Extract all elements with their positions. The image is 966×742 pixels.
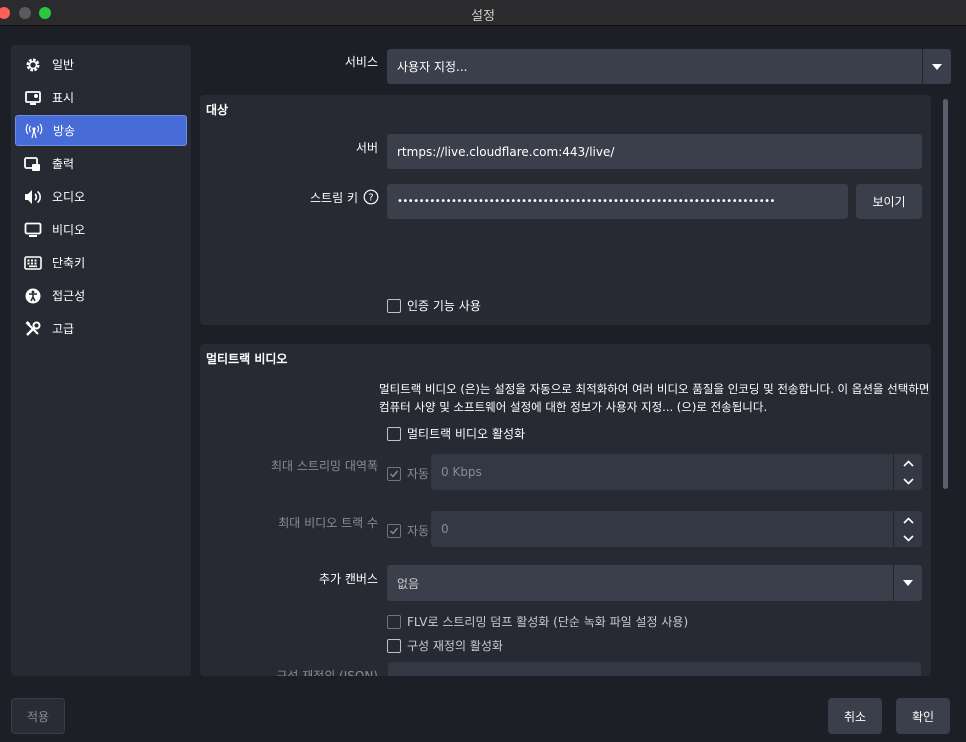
auth-checkbox-label: 인증 기능 사용 xyxy=(407,299,481,313)
sidebar-item-label: 단축키 xyxy=(52,256,86,270)
video-icon xyxy=(23,220,43,240)
config-override-checkbox-label: 구성 재정의 활성화 xyxy=(407,639,503,653)
max-tracks-value: 0 xyxy=(441,522,449,536)
config-override-clip: 구성 재정의 (JSON) xyxy=(200,662,931,676)
stream-key-label: 스트림 키 xyxy=(310,191,358,205)
keyboard-icon xyxy=(23,253,43,273)
sidebar-item-hotkeys[interactable]: 단축키 xyxy=(15,247,187,278)
checkbox-box xyxy=(387,298,401,313)
flv-dump-checkbox[interactable]: FLV로 스트리밍 덤프 활성화 (단순 녹화 파일 설정 사용) xyxy=(387,613,688,630)
max-bitrate-auto-checkbox[interactable]: 자동 xyxy=(387,465,429,482)
checkbox-box xyxy=(387,638,401,653)
sidebar-item-label: 고급 xyxy=(52,322,75,336)
server-input[interactable]: rtmps://live.cloudflare.com:443/live/ xyxy=(387,134,922,169)
scrollbar-thumb[interactable] xyxy=(943,99,948,489)
sidebar-item-label: 방송 xyxy=(53,124,76,138)
sidebar-item-display[interactable]: 표시 xyxy=(15,82,187,113)
sidebar-item-label: 표시 xyxy=(52,91,75,105)
multitrack-enable-checkbox[interactable]: 멀티트랙 비디오 활성화 xyxy=(387,425,525,442)
sidebar-item-video[interactable]: 비디오 xyxy=(15,214,187,245)
output-icon xyxy=(23,154,43,174)
max-tracks-label: 최대 비디오 트랙 수 xyxy=(278,516,378,530)
sidebar-item-broadcast[interactable]: 방송 xyxy=(15,115,187,146)
accessibility-icon xyxy=(23,286,43,306)
chevron-down-icon[interactable] xyxy=(894,529,922,547)
cancel-button[interactable]: 취소 xyxy=(828,698,882,734)
sidebar-item-accessibility[interactable]: 접근성 xyxy=(15,280,187,311)
server-value: rtmps://live.cloudflare.com:443/live/ xyxy=(397,144,615,159)
multitrack-description: 멀티트랙 비디오 (은)는 설정을 자동으로 최적화하여 여러 비디오 품질을 … xyxy=(379,380,930,416)
sidebar-item-label: 접근성 xyxy=(52,289,86,303)
checkbox-box xyxy=(387,466,401,481)
service-dropdown[interactable]: 사용자 지정... xyxy=(387,49,951,84)
multitrack-title: 멀티트랙 비디오 xyxy=(206,352,288,366)
config-override-input[interactable] xyxy=(388,662,921,676)
multitrack-description-line: 컴퓨터 사양 및 소프트웨어 설정에 대한 정보가 사용자 지정... (으)로… xyxy=(379,400,768,414)
settings-sidebar: 일반 표시 방송 출력 오디오 비디오 단축키 접근성 고급 xyxy=(11,45,191,676)
max-bitrate-input[interactable]: 0 Kbps xyxy=(431,454,922,490)
extra-canvas-value: 없음 xyxy=(397,576,420,591)
max-bitrate-label: 최대 스트리밍 대역폭 xyxy=(271,459,378,473)
max-bitrate-spinner[interactable] xyxy=(893,454,922,490)
svg-text:?: ? xyxy=(368,193,373,204)
max-tracks-auto-label: 자동 xyxy=(407,524,430,538)
max-tracks-input[interactable]: 0 xyxy=(431,511,922,547)
sidebar-item-audio[interactable]: 오디오 xyxy=(15,181,187,212)
sidebar-item-output[interactable]: 출력 xyxy=(15,148,187,179)
sidebar-item-label: 일반 xyxy=(52,58,75,72)
apply-button[interactable]: 적용 xyxy=(11,698,65,734)
stream-key-input[interactable]: ••••••••••••••••••••••••••••••••••••••••… xyxy=(387,184,848,219)
window-title: 설정 xyxy=(471,9,495,24)
audio-icon xyxy=(23,187,43,207)
sidebar-item-label: 오디오 xyxy=(52,190,86,204)
multitrack-enable-label: 멀티트랙 비디오 활성화 xyxy=(407,427,526,441)
stream-key-value: ••••••••••••••••••••••••••••••••••••••••… xyxy=(397,196,775,207)
ok-button[interactable]: 확인 xyxy=(896,698,950,734)
max-bitrate-value: 0 Kbps xyxy=(441,465,482,479)
extra-canvas-dropdown[interactable]: 없음 xyxy=(387,565,922,601)
max-bitrate-auto-label: 자동 xyxy=(407,467,430,481)
config-override-label: 구성 재정의 (JSON) xyxy=(276,669,378,676)
extra-canvas-label: 추가 캔버스 xyxy=(318,572,378,586)
config-override-checkbox[interactable]: 구성 재정의 활성화 xyxy=(387,637,503,654)
tools-icon xyxy=(23,319,43,339)
service-value: 사용자 지정... xyxy=(397,60,468,74)
broadcast-icon xyxy=(24,121,44,141)
sidebar-item-label: 출력 xyxy=(52,157,75,171)
destination-title: 대상 xyxy=(206,103,229,117)
chevron-down-icon[interactable] xyxy=(894,472,922,490)
flv-dump-label: FLV로 스트리밍 덤프 활성화 (단순 녹화 파일 설정 사용) xyxy=(407,615,689,629)
settings-scrollbar[interactable] xyxy=(941,95,950,676)
gear-icon xyxy=(23,55,43,75)
checkbox-box xyxy=(387,614,401,629)
chevron-up-icon[interactable] xyxy=(894,454,922,472)
title-bar: 설정 xyxy=(0,0,966,26)
max-tracks-spinner[interactable] xyxy=(893,511,922,547)
checkbox-box xyxy=(387,426,401,441)
sidebar-item-general[interactable]: 일반 xyxy=(15,49,187,80)
chevron-down-icon xyxy=(922,49,951,84)
max-tracks-auto-checkbox[interactable]: 자동 xyxy=(387,522,429,539)
show-key-button[interactable]: 보이기 xyxy=(856,184,922,219)
help-icon[interactable]: ? xyxy=(363,189,379,205)
multitrack-description-line: 멀티트랙 비디오 (은)는 설정을 자동으로 최적화하여 여러 비디오 품질을 … xyxy=(379,382,930,396)
display-icon xyxy=(23,88,43,108)
sidebar-item-label: 비디오 xyxy=(52,223,86,237)
sidebar-item-advanced[interactable]: 고급 xyxy=(15,313,187,344)
chevron-down-icon xyxy=(893,565,922,601)
checkbox-box xyxy=(387,523,401,538)
chevron-up-icon[interactable] xyxy=(894,511,922,529)
server-label: 서버 xyxy=(355,141,378,155)
service-label: 서비스 xyxy=(344,55,378,69)
auth-checkbox[interactable]: 인증 기능 사용 xyxy=(387,297,481,314)
